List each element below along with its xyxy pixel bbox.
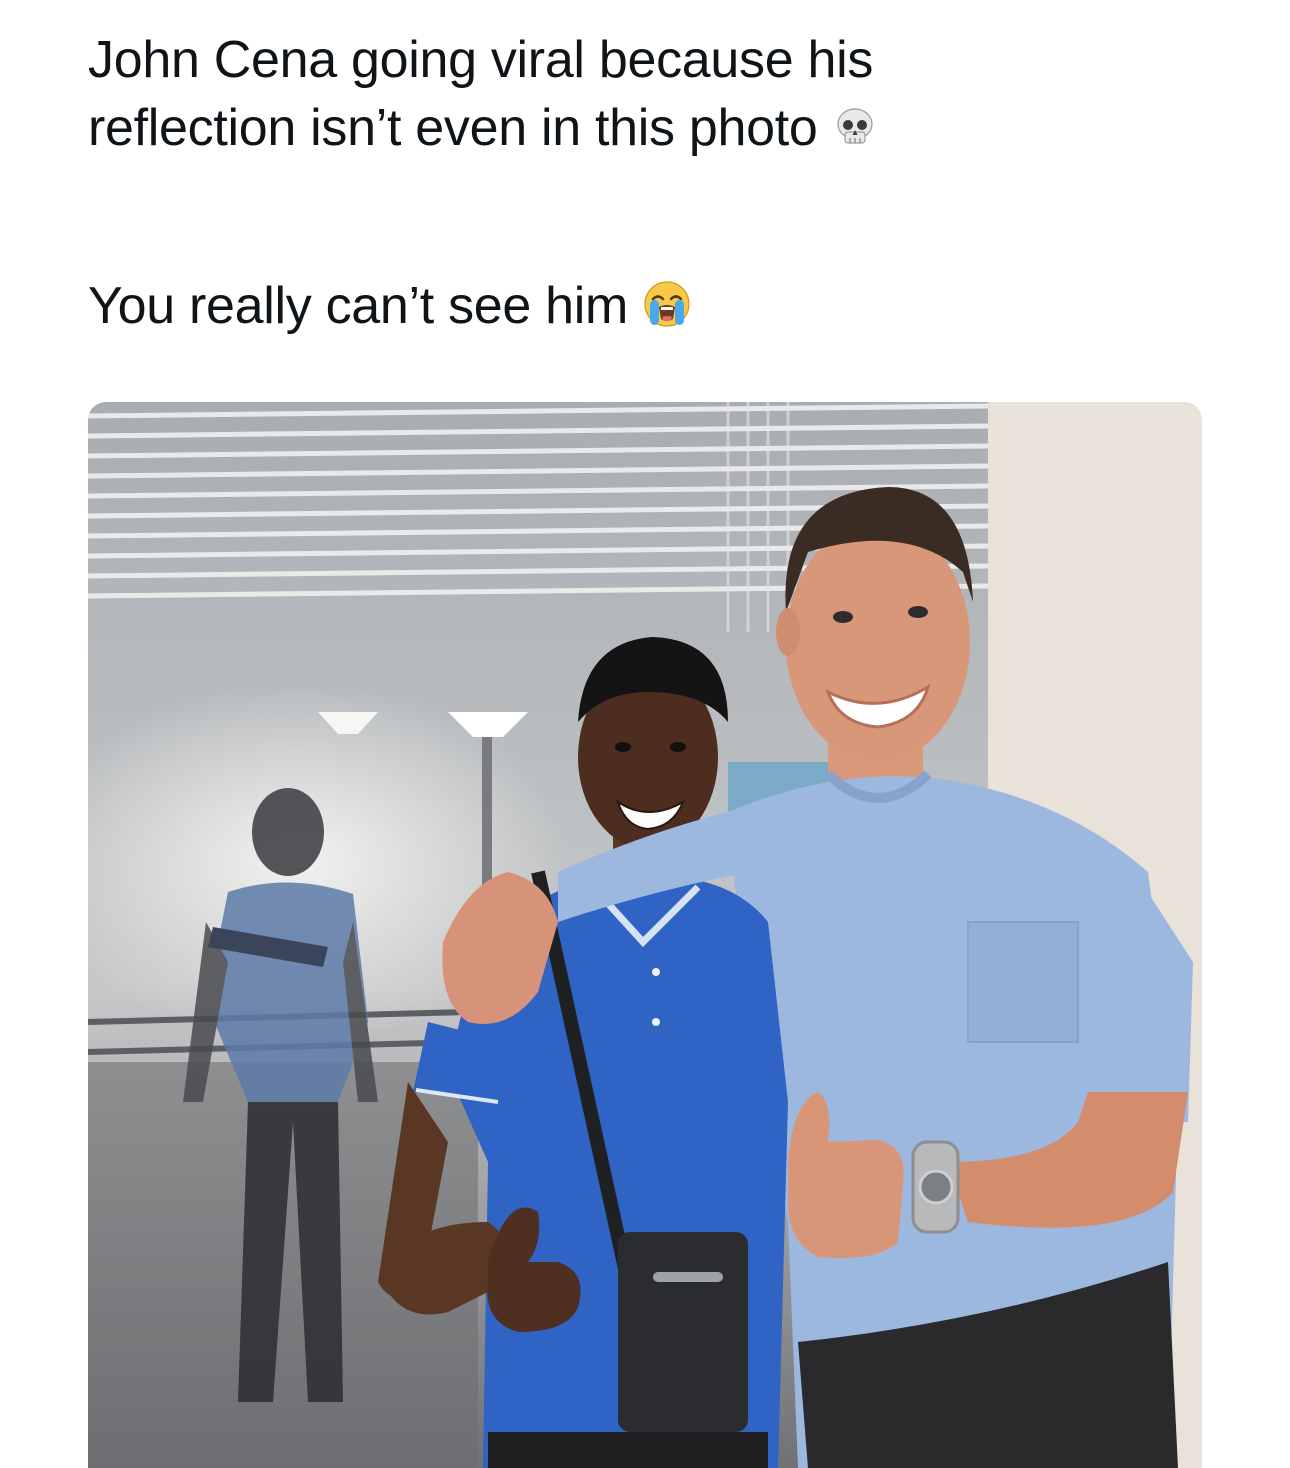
skull-emoji-icon <box>832 100 878 168</box>
loudly-crying-face-emoji-icon <box>642 278 692 346</box>
caption-line-3: You really can’t see him <box>88 272 1198 346</box>
photo-illustration <box>88 402 1202 1468</box>
post-caption: John Cena going viral because his reflec… <box>88 26 1198 346</box>
shoulder-bag <box>618 1232 748 1432</box>
caption-line-1: John Cena going viral because his <box>88 31 874 89</box>
caption-line-2-text: reflection isn’t even in this photo <box>88 99 818 157</box>
caption-line-2: reflection isn’t even in this photo <box>88 94 1198 168</box>
caption-line-3-text: You really can’t see him <box>88 277 629 335</box>
post-photo <box>88 402 1202 1468</box>
